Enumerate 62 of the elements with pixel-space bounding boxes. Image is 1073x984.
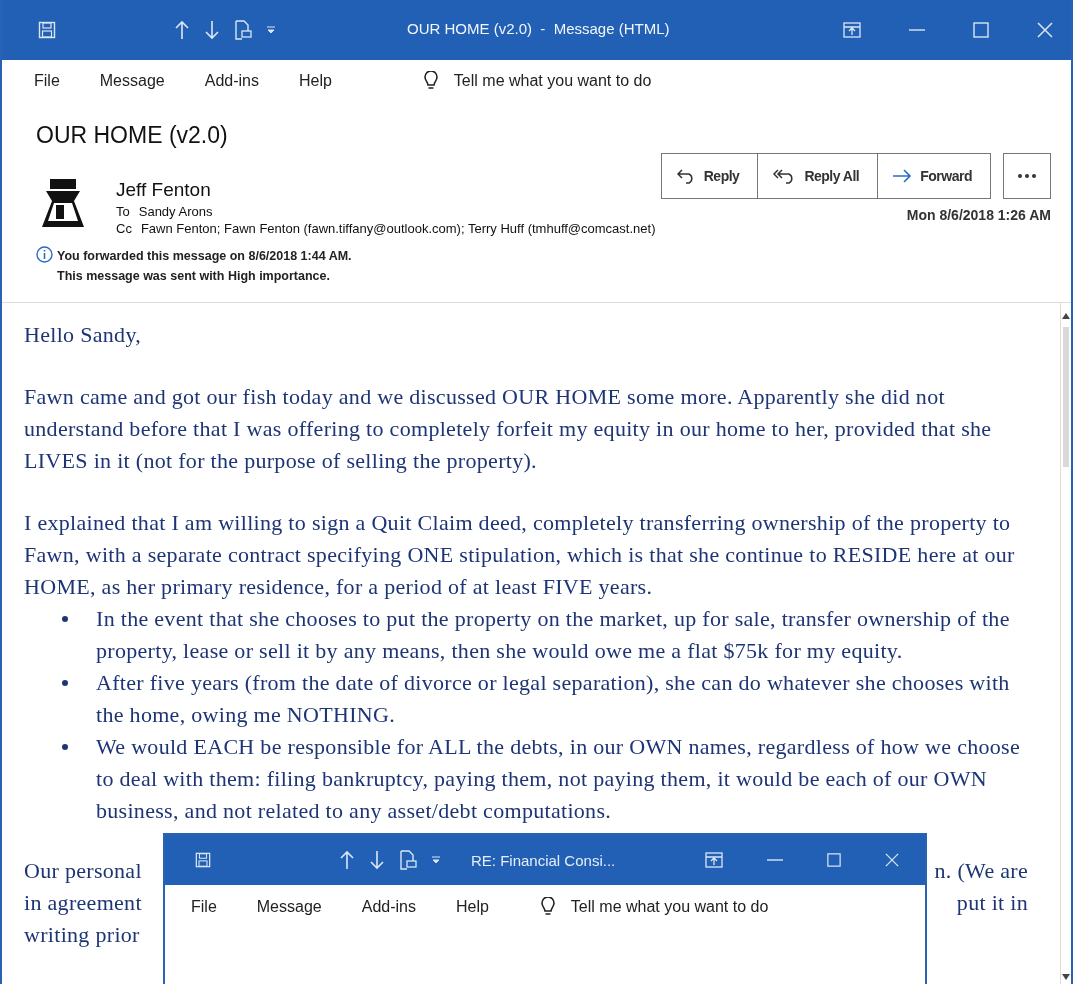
menu-item[interactable]: File [34, 72, 60, 90]
down-arrow-icon[interactable] [204, 20, 220, 40]
reply-icon [675, 168, 696, 184]
to-label: To [116, 204, 130, 219]
cc-recipients: Fawn Fenton; Fawn Fenton (fawn.tiffany@outlook.com); Terry Huff (tmhuff@comcast.net) [140, 221, 656, 236]
down-arrow-icon[interactable] [369, 850, 385, 870]
message-date: Mon 8/6/2018 1:26 AM [906, 207, 1051, 223]
close-icon[interactable] [1037, 22, 1053, 38]
scroll-thumb[interactable] [1063, 327, 1069, 467]
lightbulb-icon [540, 897, 555, 917]
body-text: put it in [956, 889, 1028, 917]
ribbon-display-icon[interactable] [843, 22, 861, 38]
cc-label: Cc [116, 221, 132, 236]
menu-item[interactable]: Add-ins [204, 72, 259, 90]
message-subject: OUR HOME (v2.0) [36, 122, 229, 149]
bullet-text: In the event that she chooses to put the property on the market, up for sale, transfer ownership of the property, lease or sell it by any means, then she would owe me a flat $75k for my equity. [96, 605, 1011, 665]
print-icon[interactable] [234, 20, 252, 40]
body-text: n. (We are [934, 857, 1028, 885]
maximize-icon[interactable] [827, 853, 841, 867]
more-actions-button[interactable] [1003, 153, 1051, 199]
bullet-text: We would EACH be responsible for ALL the debts, in our OWN names, regardless of how we choose to deal with them: filing bankruptcy, paying them, not paying them, it would be each of our OWN business, and not related to any asset/debt computations. [96, 733, 1022, 825]
body-text: in agreement [24, 889, 142, 917]
save-icon[interactable] [38, 21, 56, 39]
bullet-icon [62, 744, 68, 750]
tell-me-field[interactable]: Tell me what you want to do [453, 72, 652, 90]
scroll-up-icon[interactable] [1062, 313, 1070, 319]
info-message: You forwarded this message on 8/6/2018 1:44 AM. [57, 248, 352, 265]
forward-icon [892, 169, 913, 183]
lightbulb-icon [423, 71, 438, 91]
scroll-down-icon[interactable] [1062, 974, 1070, 980]
scrollbar[interactable] [1060, 303, 1071, 984]
body-text: writing prior [24, 921, 140, 949]
menu-item[interactable]: Message [99, 72, 165, 90]
menu-item[interactable]: Add-ins [361, 898, 416, 916]
menu-item[interactable]: Message [256, 898, 322, 916]
menu-item[interactable]: Help [298, 72, 332, 90]
maximize-icon[interactable] [973, 22, 989, 38]
more-icon [1018, 174, 1036, 178]
save-icon[interactable] [195, 852, 211, 868]
dropdown-icon[interactable] [266, 25, 276, 35]
body-text: Our personal [24, 857, 142, 885]
info-message: This message was sent with High importance. [57, 268, 331, 285]
bullet-icon [62, 616, 68, 622]
dropdown-icon[interactable] [431, 855, 441, 865]
bullet-icon [62, 680, 68, 686]
up-arrow-icon[interactable] [174, 20, 190, 40]
body-paragraph: Fawn came and got our fish today and we discussed OUR HOME some more. Apparently she did not understand before that I was offering to completely forfeit my equity in our home to her, provided that she LIVES in it (not for the purpose of selling the property). [24, 383, 993, 475]
window-title: OUR HOME (v2.0) - Message (HTML) [407, 20, 670, 37]
bullet-text: After five years (from the date of divorce or legal separation), she can do whatever she chooses with the home, owing me NOTHING. [96, 669, 1011, 729]
tell-me-field[interactable]: Tell me what you want to do [570, 898, 769, 916]
sender-name: Jeff Fenton [116, 179, 212, 201]
window-title: RE: Financial Consi... [471, 851, 616, 869]
close-icon[interactable] [885, 853, 899, 867]
body-paragraph: I explained that I am willing to sign a Quit Claim deed, completely transferring ownership of the property to Fawn, with a separate contract specifying ONE stipulation, which is that she continue to RESIDE here at our HOME, as her primary residence, for a period of at least FIVE years. [24, 509, 1016, 601]
print-icon[interactable] [399, 850, 417, 870]
recipient: Sandy Arons [138, 204, 213, 219]
menu-item[interactable]: Help [455, 898, 489, 916]
greeting: Hello Sandy, [24, 321, 143, 349]
up-arrow-icon[interactable] [339, 850, 355, 870]
ribbon-display-icon[interactable] [705, 852, 723, 868]
menu-item[interactable]: File [191, 898, 217, 916]
info-icon [36, 246, 53, 263]
